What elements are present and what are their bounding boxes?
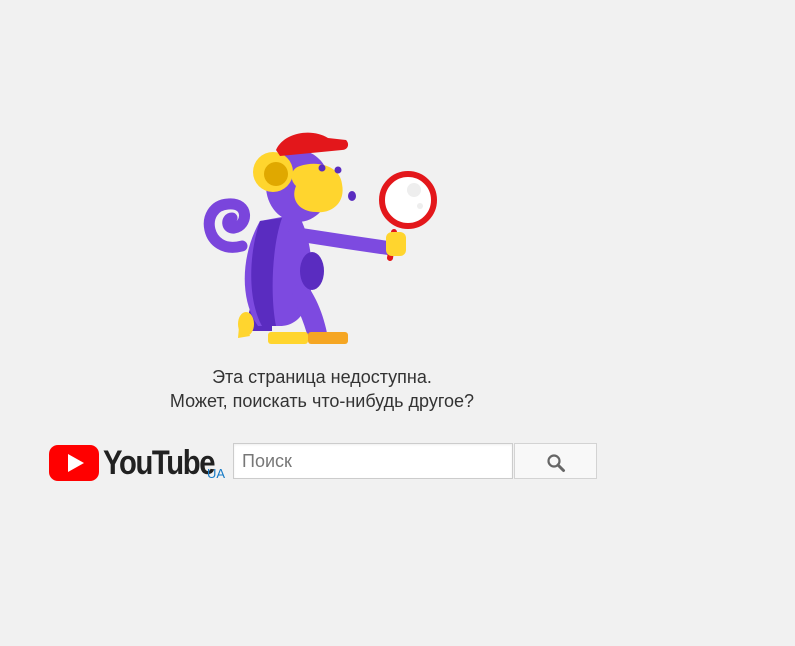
error-message-line-2: Может, поискать что-нибудь другое? — [169, 391, 475, 411]
error-page: Эта страница недоступна. Может, поискать… — [0, 0, 795, 646]
youtube-play-icon — [49, 445, 99, 481]
monkey-illustration — [203, 132, 437, 344]
search-icon — [547, 454, 565, 472]
youtube-logo[interactable]: YouTube UA — [49, 443, 229, 485]
error-message-line-1: Эта страница недоступна. — [212, 367, 432, 387]
error-message: Эта страница недоступна. Может, поискать… — [122, 365, 522, 413]
search-button[interactable] — [514, 443, 597, 479]
youtube-wordmark: YouTube — [103, 444, 215, 482]
country-code: UA — [207, 466, 226, 481]
search-input[interactable] — [233, 443, 513, 479]
